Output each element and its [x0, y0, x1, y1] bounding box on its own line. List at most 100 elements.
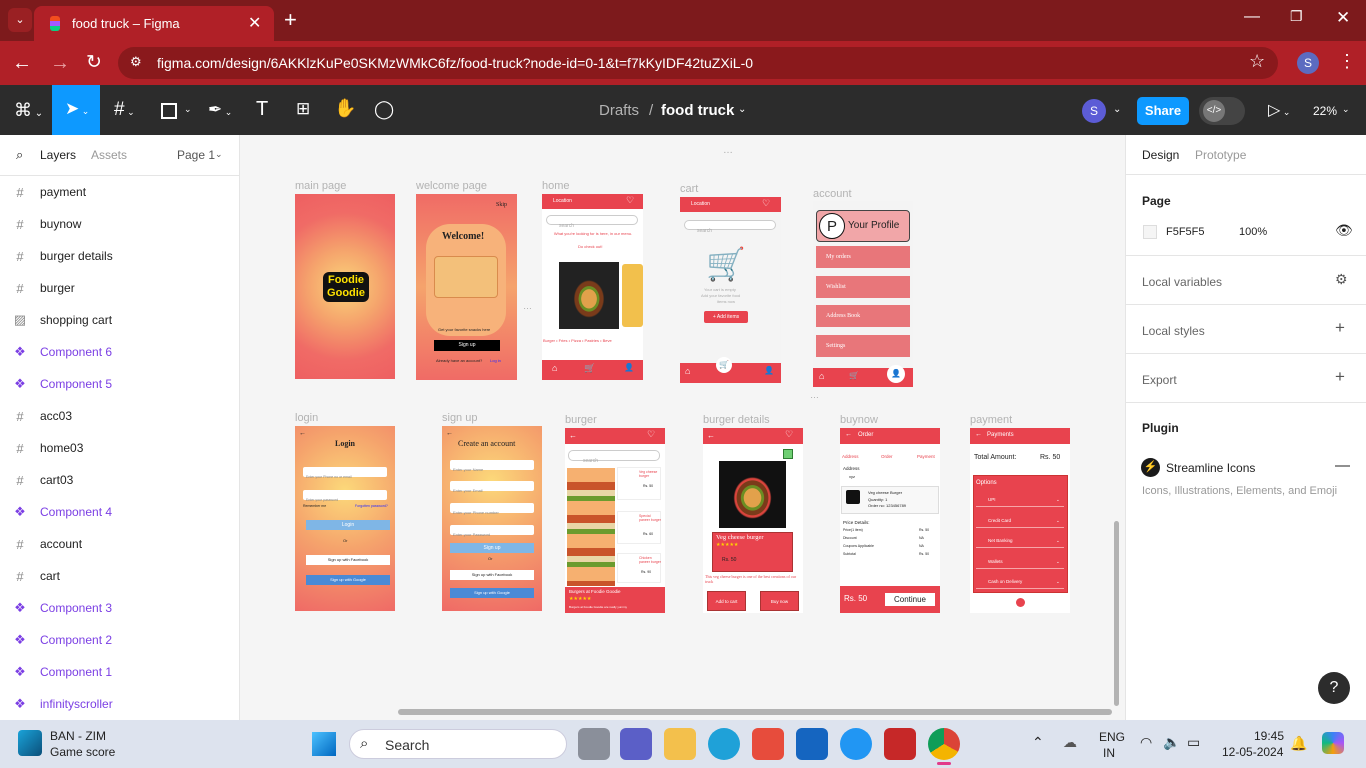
- frame-account[interactable]: P Your Profile My orders Wishlist Address …: [813, 201, 913, 387]
- layer-item[interactable]: ❖ infinityscroller: [0, 688, 240, 720]
- close-window-button[interactable]: ✕: [1336, 8, 1350, 28]
- frame-label-welcome[interactable]: welcome page: [416, 180, 487, 192]
- local-styles-section[interactable]: Local styles +: [1126, 305, 1366, 354]
- welcome-login-link[interactable]: Log in: [490, 358, 501, 363]
- new-tab-button[interactable]: +: [284, 7, 297, 33]
- frame-cart[interactable]: Location ♡ search 🛒 Your cart is empty A…: [680, 197, 781, 383]
- payment-back-icon[interactable]: ←: [975, 431, 982, 438]
- cart-heart-icon[interactable]: ♡: [762, 198, 770, 209]
- frame-label-burger-details[interactable]: burger details: [703, 414, 770, 426]
- signup-back-icon[interactable]: ←: [446, 430, 453, 437]
- skip-link[interactable]: Skip: [496, 202, 507, 208]
- layer-item[interactable]: # payment: [0, 176, 240, 208]
- frame-label-buynow[interactable]: buynow: [840, 414, 878, 426]
- layer-item[interactable]: ❖ Component 5: [0, 368, 240, 400]
- onedrive-icon[interactable]: ☁: [1063, 734, 1077, 751]
- text-tool-icon[interactable]: T: [256, 98, 268, 121]
- frame-label-signup[interactable]: sign up: [442, 412, 477, 424]
- present-icon[interactable]: ▷ ⌄: [1268, 100, 1290, 120]
- add-items-button[interactable]: + Add items: [704, 311, 748, 323]
- burger-back-icon[interactable]: ←: [569, 431, 577, 440]
- page-opacity-value[interactable]: 100%: [1239, 226, 1267, 238]
- home-search-input[interactable]: search: [546, 215, 638, 229]
- signup-google-button[interactable]: Sign up with Google: [450, 588, 534, 598]
- signup-facebook-button[interactable]: Sign up with Facebook: [450, 570, 534, 580]
- cart-nav-home-icon[interactable]: ⌂: [685, 366, 690, 376]
- account-menu-item[interactable]: Settings: [816, 334, 910, 357]
- forgot-password-link[interactable]: Forgotten password?: [355, 504, 388, 508]
- close-tab-icon[interactable]: ✕: [248, 13, 261, 33]
- frame-label-main[interactable]: main page: [295, 180, 346, 192]
- help-button[interactable]: ?: [1318, 672, 1350, 704]
- layer-item[interactable]: # acc03: [0, 400, 240, 432]
- file-name[interactable]: food truck: [661, 102, 734, 119]
- payment-method-option[interactable]: Net Banking ⌄: [976, 533, 1064, 548]
- nav-cart-icon[interactable]: 🛒: [584, 363, 595, 374]
- login-google-button[interactable]: Sign up with Google: [306, 575, 390, 585]
- layer-item[interactable]: # home03: [0, 432, 240, 464]
- frame-tool-icon[interactable]: # ⌄: [114, 99, 135, 121]
- weather-title[interactable]: BAN - ZIM: [50, 729, 106, 743]
- resources-tool-icon[interactable]: ⊞: [296, 99, 310, 119]
- home-location[interactable]: Location: [553, 198, 572, 204]
- volume-icon[interactable]: 🔈: [1163, 734, 1180, 751]
- notification-bell-icon[interactable]: 🔔: [1290, 735, 1307, 752]
- collapse-plugin-icon[interactable]: —: [1335, 457, 1350, 474]
- wifi-icon[interactable]: ◠: [1140, 734, 1152, 751]
- forward-icon[interactable]: →: [50, 52, 70, 75]
- page-chevron-icon[interactable]: ⌄: [215, 149, 223, 160]
- tab-assets[interactable]: Assets: [91, 148, 127, 162]
- home-categories[interactable]: Burger • Fries • Pizza • Pastries • Beve: [543, 338, 612, 343]
- signup-password-input[interactable]: Enter your Password: [450, 525, 534, 537]
- profile-avatar[interactable]: S: [1297, 52, 1319, 74]
- frame-welcome-page[interactable]: Skip Welcome! Get your favorite snacks h…: [416, 194, 517, 380]
- login-phone-input[interactable]: Enter your Phone no or email: [303, 467, 387, 479]
- cart-search-input[interactable]: search: [684, 220, 776, 234]
- payment-method-option[interactable]: Credit Card ⌄: [976, 512, 1064, 528]
- layer-item[interactable]: # account: [0, 528, 240, 560]
- tab-prototype[interactable]: Prototype: [1195, 148, 1246, 162]
- layer-item[interactable]: ❖ Component 4: [0, 496, 240, 528]
- continue-button[interactable]: Continue: [885, 593, 935, 606]
- windows-start-icon[interactable]: [312, 732, 336, 756]
- frame-burger-details[interactable]: ← ♡ Veg cheese burger ★★★★★ Rs. 50 This …: [703, 428, 803, 613]
- payment-method-option[interactable]: Wallets ⌄: [976, 553, 1064, 569]
- zoom-level[interactable]: 22%: [1313, 104, 1337, 118]
- burger-search-input[interactable]: search: [568, 450, 660, 464]
- tab-search-dropdown[interactable]: ⌄: [8, 8, 32, 32]
- users-chevron-icon[interactable]: ⌄: [1113, 104, 1121, 115]
- shape-tool-chevron-icon[interactable]: ⌄: [184, 104, 192, 115]
- cart-location[interactable]: Location: [691, 201, 710, 207]
- taskbar-search-box[interactable]: ⌕ Search: [349, 729, 567, 759]
- layer-item[interactable]: # cart: [0, 560, 240, 592]
- frame-login[interactable]: ← Login Enter your Phone no or email Ent…: [295, 426, 395, 611]
- login-back-icon[interactable]: ←: [299, 430, 306, 437]
- teams-icon[interactable]: [620, 728, 652, 760]
- layer-item[interactable]: ▨ shopping cart: [0, 304, 240, 336]
- details-back-icon[interactable]: ←: [707, 431, 715, 440]
- nav-profile-icon[interactable]: 👤: [624, 363, 634, 372]
- account-nav-cart-icon[interactable]: 🛒: [849, 371, 859, 380]
- browser-tab[interactable]: food truck – Figma ✕: [34, 6, 274, 41]
- plugin-name[interactable]: Streamline Icons: [1166, 461, 1255, 475]
- frame-main-page[interactable]: Foodie Goodie: [295, 194, 395, 379]
- myhp-icon[interactable]: [796, 728, 828, 760]
- account-nav-profile-icon[interactable]: 👤: [887, 365, 905, 383]
- page-color-swatch[interactable]: [1143, 225, 1157, 239]
- home-heart-icon[interactable]: ♡: [626, 195, 634, 206]
- signup-email-input[interactable]: Enter your Email: [450, 481, 534, 493]
- frame-buynow[interactable]: ← Order Address Order Payment Address xy…: [840, 428, 940, 613]
- layer-item[interactable]: ❖ Component 1: [0, 656, 240, 688]
- frame-label-home[interactable]: home: [542, 180, 570, 192]
- layer-item[interactable]: # burger: [0, 272, 240, 304]
- layer-item[interactable]: # burger details: [0, 240, 240, 272]
- frame-label-burger[interactable]: burger: [565, 414, 597, 426]
- chrome-icon[interactable]: [928, 728, 960, 760]
- layer-item[interactable]: ❖ Component 6: [0, 336, 240, 368]
- share-button[interactable]: Share: [1137, 97, 1189, 125]
- frame-signup[interactable]: ← Create an account Enter your Name Ente…: [442, 426, 542, 611]
- ms-store-icon[interactable]: [752, 728, 784, 760]
- search-layers-icon[interactable]: ⌕: [16, 147, 23, 163]
- user-avatar[interactable]: S: [1082, 99, 1106, 123]
- visibility-eye-icon[interactable]: 👁: [1335, 222, 1353, 239]
